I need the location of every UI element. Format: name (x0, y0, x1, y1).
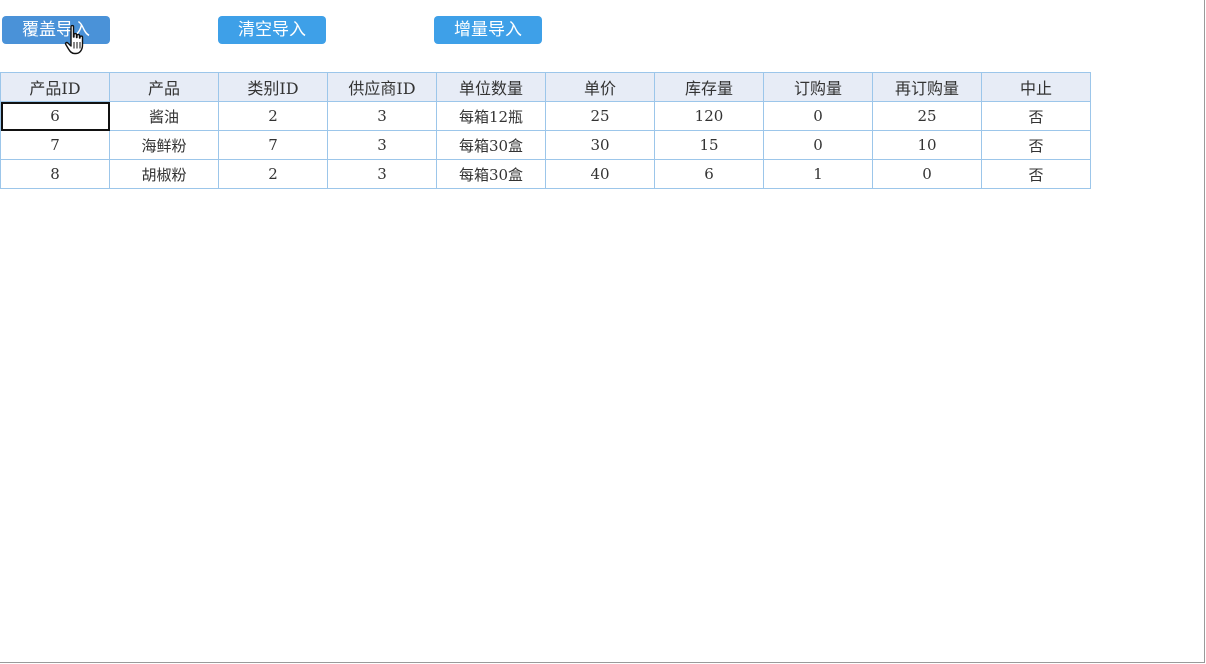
table-cell[interactable]: 每箱30盒 (436, 159, 546, 189)
table-row: 7 海鲜粉 7 3 每箱30盒 30 15 0 10 否 (0, 130, 1091, 160)
column-header-supplier-id[interactable]: 供应商ID (327, 72, 437, 102)
table-cell[interactable]: 15 (654, 130, 764, 160)
table-cell[interactable]: 2 (218, 159, 328, 189)
table-cell[interactable]: 1 (763, 159, 873, 189)
table-cell[interactable]: 7 (0, 130, 110, 160)
table-cell[interactable]: 每箱12瓶 (436, 101, 546, 131)
column-header-product[interactable]: 产品 (109, 72, 219, 102)
table-cell[interactable]: 酱油 (109, 101, 219, 131)
table-cell[interactable]: 120 (654, 101, 764, 131)
column-header-discontinued[interactable]: 中止 (981, 72, 1091, 102)
overwrite-import-button[interactable]: 覆盖导入 (2, 16, 110, 44)
table-cell[interactable]: 0 (763, 130, 873, 160)
table-cell[interactable]: 胡椒粉 (109, 159, 219, 189)
table-header-row: 产品ID 产品 类别ID 供应商ID 单位数量 单价 库存量 订购量 再订购量 … (0, 72, 1091, 102)
table-cell[interactable]: 25 (872, 101, 982, 131)
product-table: 产品ID 产品 类别ID 供应商ID 单位数量 单价 库存量 订购量 再订购量 … (0, 72, 1091, 189)
table-cell[interactable]: 海鲜粉 (109, 130, 219, 160)
table-cell[interactable]: 否 (981, 130, 1091, 160)
table-cell[interactable]: 每箱30盒 (436, 130, 546, 160)
column-header-stock[interactable]: 库存量 (654, 72, 764, 102)
table-cell[interactable]: 10 (872, 130, 982, 160)
table-cell[interactable]: 40 (545, 159, 655, 189)
column-header-reorder-level[interactable]: 再订购量 (872, 72, 982, 102)
table-cell[interactable]: 6 (654, 159, 764, 189)
table-cell[interactable]: 0 (763, 101, 873, 131)
column-header-unit-quantity[interactable]: 单位数量 (436, 72, 546, 102)
column-header-on-order[interactable]: 订购量 (763, 72, 873, 102)
table-cell[interactable]: 否 (981, 101, 1091, 131)
table-cell[interactable]: 3 (327, 130, 437, 160)
table-cell[interactable]: 2 (218, 101, 328, 131)
table-cell[interactable]: 否 (981, 159, 1091, 189)
column-header-category-id[interactable]: 类别ID (218, 72, 328, 102)
column-header-product-id[interactable]: 产品ID (0, 72, 110, 102)
table-cell[interactable]: 7 (218, 130, 328, 160)
append-import-button[interactable]: 增量导入 (434, 16, 542, 44)
table-cell[interactable]: 0 (872, 159, 982, 189)
table-row: 8 胡椒粉 2 3 每箱30盒 40 6 1 0 否 (0, 159, 1091, 189)
table-row: 6 酱油 2 3 每箱12瓶 25 120 0 25 否 (0, 101, 1091, 131)
table-cell-selected[interactable]: 6 (0, 101, 110, 131)
column-header-unit-price[interactable]: 单价 (545, 72, 655, 102)
clear-import-button[interactable]: 清空导入 (218, 16, 326, 44)
table-cell[interactable]: 30 (545, 130, 655, 160)
table-cell[interactable]: 3 (327, 101, 437, 131)
table-cell[interactable]: 8 (0, 159, 110, 189)
table-cell[interactable]: 3 (327, 159, 437, 189)
table-cell[interactable]: 25 (545, 101, 655, 131)
